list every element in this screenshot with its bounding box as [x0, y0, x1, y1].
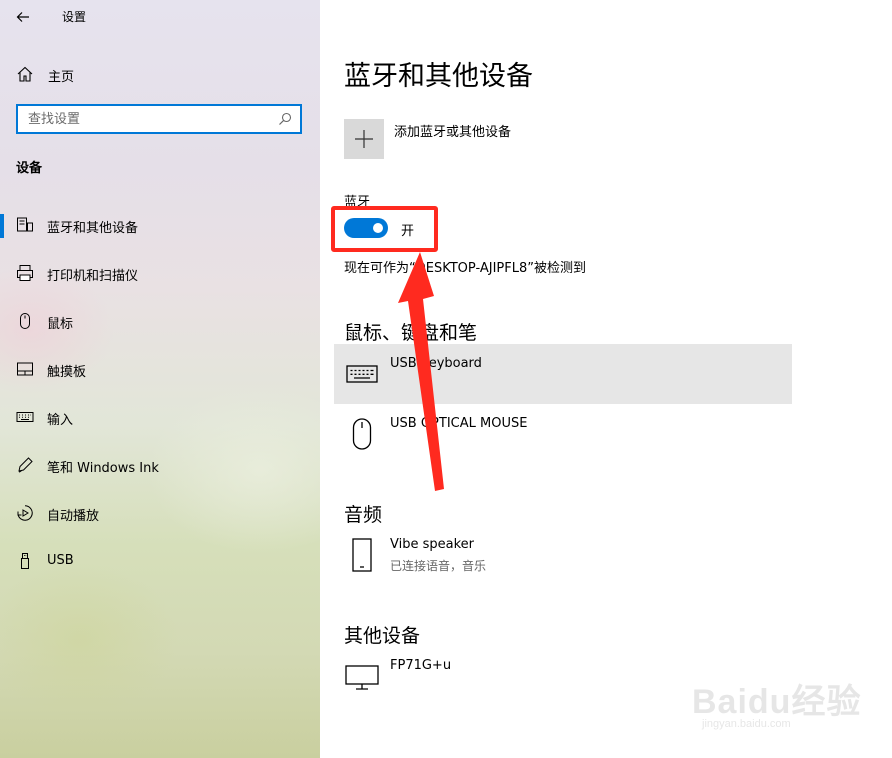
sidebar-item-usb[interactable]: USB — [0, 538, 320, 586]
sidebar-item-label: 蓝牙和其他设备 — [47, 221, 139, 236]
sidebar-item-label: USB — [47, 553, 74, 568]
audio-heading: 音频 — [344, 504, 383, 526]
add-device-button[interactable]: 添加蓝牙或其他设备 — [344, 119, 644, 159]
bluetooth-devices-icon — [16, 216, 34, 234]
mouse-icon — [344, 416, 380, 452]
usb-icon — [16, 552, 34, 570]
search-icon[interactable] — [278, 112, 292, 126]
toggle-state-label: 开 — [401, 224, 415, 239]
sidebar-item-label: 触摸板 — [47, 365, 87, 380]
sidebar-item-pen[interactable]: 笔和 Windows Ink — [0, 442, 320, 490]
phone-icon — [344, 537, 380, 573]
bluetooth-label: 蓝牙 — [344, 195, 371, 210]
toggle-knob — [373, 223, 383, 233]
sidebar-item-typing[interactable]: 输入 — [0, 394, 320, 442]
title-bar: 设置 — [0, 0, 320, 34]
sidebar-item-touchpad[interactable]: 触摸板 — [0, 346, 320, 394]
sidebar-item-bluetooth[interactable]: 蓝牙和其他设备 — [0, 202, 320, 250]
device-name: Vibe speaker — [390, 537, 474, 552]
device-row-monitor[interactable]: FP71G+u — [334, 646, 792, 706]
discoverable-text: 现在可作为“DESKTOP-AJIPFL8”被检测到 — [344, 261, 586, 276]
sidebar-nav: 蓝牙和其他设备 打印机和扫描仪 鼠标 触摸板 输入 笔和 Windows Ink… — [0, 202, 320, 586]
input-devices-heading: 鼠标、键盘和笔 — [344, 322, 478, 344]
touchpad-icon — [16, 360, 34, 378]
watermark-url: jingyan.baidu.com — [702, 718, 791, 730]
device-row-mouse[interactable]: USB OPTICAL MOUSE — [334, 404, 792, 464]
app-title: 设置 — [62, 10, 87, 24]
mouse-icon — [16, 312, 34, 330]
search-input[interactable] — [18, 106, 278, 132]
device-name: FP71G+u — [390, 658, 452, 673]
device-name: USB OPTICAL MOUSE — [390, 416, 528, 431]
sidebar-item-mouse[interactable]: 鼠标 — [0, 298, 320, 346]
back-arrow-icon — [16, 12, 29, 22]
keyboard-icon — [16, 408, 34, 426]
sidebar-item-label: 自动播放 — [47, 509, 100, 524]
autoplay-icon — [16, 504, 34, 522]
plus-icon — [355, 130, 373, 148]
sidebar-item-label: 笔和 Windows Ink — [47, 461, 159, 476]
keyboard-icon — [344, 356, 380, 392]
sidebar-item-label: 鼠标 — [47, 317, 74, 332]
back-button[interactable] — [10, 4, 36, 30]
printer-icon — [16, 264, 34, 282]
content-pane: 蓝牙和其他设备 添加蓝牙或其他设备 蓝牙 开 现在可作为“DESKTOP-AJI… — [320, 0, 892, 758]
home-nav-item[interactable]: 主页 — [0, 58, 320, 90]
device-status: 已连接语音，音乐 — [390, 559, 487, 573]
sidebar-section-label: 设备 — [16, 161, 43, 176]
sidebar-item-label: 打印机和扫描仪 — [47, 269, 139, 284]
add-device-tile — [344, 119, 384, 159]
add-device-label: 添加蓝牙或其他设备 — [394, 125, 512, 140]
sidebar-item-autoplay[interactable]: 自动播放 — [0, 490, 320, 538]
pen-icon — [16, 456, 34, 474]
monitor-icon — [344, 658, 380, 694]
settings-sidebar: 设置 主页 设备 蓝牙和其他设备 打印机和扫描仪 鼠标 触摸板 输入 — [0, 0, 320, 758]
page-title: 蓝牙和其他设备 — [344, 61, 533, 92]
home-label: 主页 — [48, 70, 75, 85]
bluetooth-toggle[interactable]: 开 — [344, 217, 494, 241]
sidebar-item-printers[interactable]: 打印机和扫描仪 — [0, 250, 320, 298]
device-row-keyboard[interactable]: USB Keyboard — [334, 344, 792, 404]
toggle-switch[interactable] — [344, 218, 388, 238]
device-row-speaker[interactable]: Vibe speaker 已连接语音，音乐 — [334, 525, 792, 585]
search-box[interactable] — [16, 104, 302, 134]
device-name: USB Keyboard — [390, 356, 482, 371]
other-devices-heading: 其他设备 — [344, 625, 421, 647]
home-icon — [17, 66, 33, 82]
sidebar-item-label: 输入 — [47, 413, 74, 428]
